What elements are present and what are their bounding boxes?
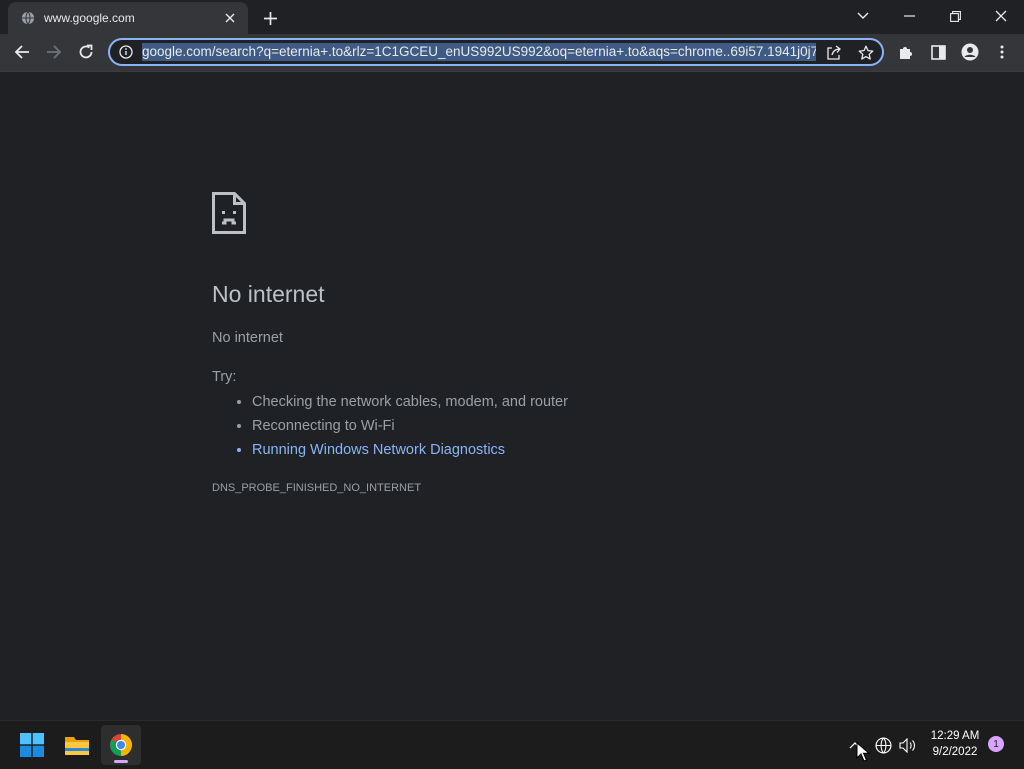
clock-time: 12:29 AM (930, 730, 980, 742)
notification-badge[interactable]: 1 (988, 736, 1004, 752)
browser-tab[interactable]: www.google.com (8, 2, 248, 34)
system-clock[interactable]: 12:29 AM 9/2/2022 (922, 728, 988, 760)
tab-strip: www.google.com (0, 0, 1024, 34)
globe-icon (20, 10, 36, 26)
profile-button[interactable] (956, 38, 984, 66)
info-icon[interactable] (118, 44, 134, 60)
reload-button[interactable] (72, 38, 100, 66)
error-title: No internet (212, 281, 325, 307)
tab-title: www.google.com (44, 11, 135, 25)
network-globe-icon[interactable] (873, 735, 893, 755)
file-explorer-icon[interactable] (57, 725, 97, 765)
menu-button[interactable] (988, 38, 1016, 66)
windows-start-icon[interactable] (12, 725, 52, 765)
sad-page-icon (212, 192, 246, 234)
back-button[interactable] (8, 38, 36, 66)
forward-button[interactable] (40, 38, 68, 66)
new-tab-button[interactable] (258, 6, 282, 30)
extensions-button[interactable] (892, 38, 920, 66)
suggestion-item: Checking the network cables, modem, and … (252, 390, 568, 414)
network-diagnostics-link[interactable]: Running Windows Network Diagnostics (252, 438, 568, 462)
address-bar[interactable]: google.com/search?q=eternia+.to&rlz=1C1G… (108, 38, 884, 66)
volume-icon[interactable] (897, 735, 917, 755)
url-text[interactable]: google.com/search?q=eternia+.to&rlz=1C1G… (142, 43, 816, 61)
minimize-button[interactable] (886, 0, 932, 32)
windows-taskbar: 12:29 AM 9/2/2022 1 (0, 720, 1024, 769)
restore-button[interactable] (932, 0, 978, 32)
try-label: Try: (212, 369, 237, 385)
close-tab-icon[interactable] (222, 10, 238, 26)
active-app-indicator (114, 760, 128, 763)
tab-search-button[interactable] (840, 0, 886, 32)
mouse-cursor-icon (856, 741, 871, 762)
share-icon[interactable] (824, 43, 844, 63)
bookmark-star-icon[interactable] (856, 43, 876, 63)
suggestion-list: Checking the network cables, modem, and … (212, 390, 568, 462)
chrome-icon[interactable] (101, 725, 141, 765)
clock-date: 9/2/2022 (932, 746, 978, 758)
error-code: DNS_PROBE_FINISHED_NO_INTERNET (212, 482, 422, 494)
error-subtitle: No internet (212, 330, 283, 346)
browser-toolbar: google.com/search?q=eternia+.to&rlz=1C1G… (0, 34, 1024, 72)
close-window-button[interactable] (978, 0, 1024, 32)
side-panel-button[interactable] (924, 38, 952, 66)
suggestion-item: Reconnecting to Wi-Fi (252, 414, 568, 438)
error-page: No internet No internet Try: Checking th… (0, 72, 1024, 718)
